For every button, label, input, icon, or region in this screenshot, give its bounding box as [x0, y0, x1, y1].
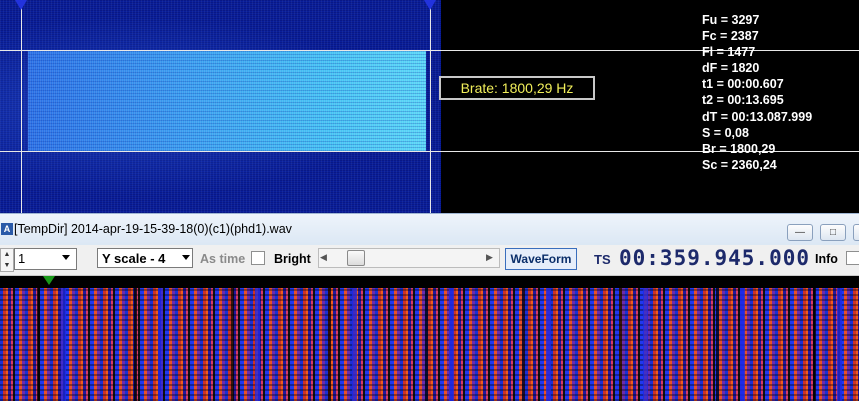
spectrogram-view[interactable]: Brate: 1800,29 Hz Fu = 3297 Fc = 2387 Fl… — [0, 0, 859, 213]
spin-down-icon[interactable]: ▼ — [1, 260, 13, 271]
close-button[interactable] — [853, 224, 859, 241]
info-label: Info — [815, 252, 838, 266]
restore-icon: □ — [829, 227, 837, 238]
readout-fu: Fu = 3297 — [702, 13, 760, 27]
scroll-left-icon[interactable]: ◀ — [320, 252, 327, 263]
brate-label: Brate: 1800,29 Hz — [439, 76, 595, 100]
readout-fl: Fl = 1477 — [702, 45, 756, 60]
readout-df: dF = 1820 — [702, 61, 760, 76]
info-checkbox[interactable] — [846, 251, 859, 265]
scroll-right-icon[interactable]: ▶ — [486, 252, 493, 263]
minimize-button[interactable]: — — [787, 224, 813, 241]
spin-up-icon[interactable]: ▲ — [1, 249, 13, 260]
channel-spin-buttons[interactable]: ▲ ▼ — [0, 248, 14, 272]
readout-t2: t2 = 00:13.695 — [702, 93, 784, 108]
app-icon: A — [1, 223, 13, 235]
ts-value: 00:359.945.000 — [619, 246, 811, 270]
waveform-button[interactable]: WaveForm — [505, 248, 577, 270]
end-time-cursor[interactable] — [430, 0, 431, 213]
readout-fc: Fc = 2387 — [702, 29, 759, 44]
readout-s: S = 0,08 — [702, 125, 749, 140]
phase-display[interactable] — [0, 276, 859, 401]
ts-label: TS — [594, 252, 611, 267]
readout-dt: dT = 00:13.087.999 — [702, 109, 813, 124]
bright-label: Bright — [274, 252, 311, 266]
as-time-label: As time — [200, 252, 246, 266]
yscale-dropdown-icon[interactable] — [182, 255, 190, 260]
end-cursor-marker-icon[interactable] — [424, 0, 436, 10]
measurement-readout: Fu = 3297 Fc = 2387 Fl = 1477 dF = 1820 … — [702, 12, 857, 173]
window-title: [TempDir] 2014-apr-19-15-39-18(0)(c1)(ph… — [14, 222, 292, 236]
play-position-marker-icon[interactable] — [43, 276, 55, 285]
signal-block — [28, 51, 426, 151]
start-time-cursor[interactable] — [21, 0, 22, 213]
minimize-icon: — — [795, 227, 805, 238]
horizontal-scrollbar[interactable] — [318, 248, 500, 268]
yscale-select[interactable]: Y scale - 4 — [97, 248, 193, 268]
bright-checkbox[interactable] — [251, 251, 265, 265]
readout-t1: t1 = 00:00.607 — [702, 77, 784, 92]
readout-sc: Sc = 2360,24 — [702, 157, 777, 172]
readout-br: Br = 1800,29 — [702, 141, 776, 156]
channel-dropdown-icon[interactable] — [62, 255, 70, 260]
restore-button[interactable]: □ — [820, 224, 846, 241]
scroll-thumb[interactable] — [347, 250, 365, 266]
phase-stripes — [0, 288, 859, 401]
start-cursor-marker-icon[interactable] — [15, 0, 27, 10]
